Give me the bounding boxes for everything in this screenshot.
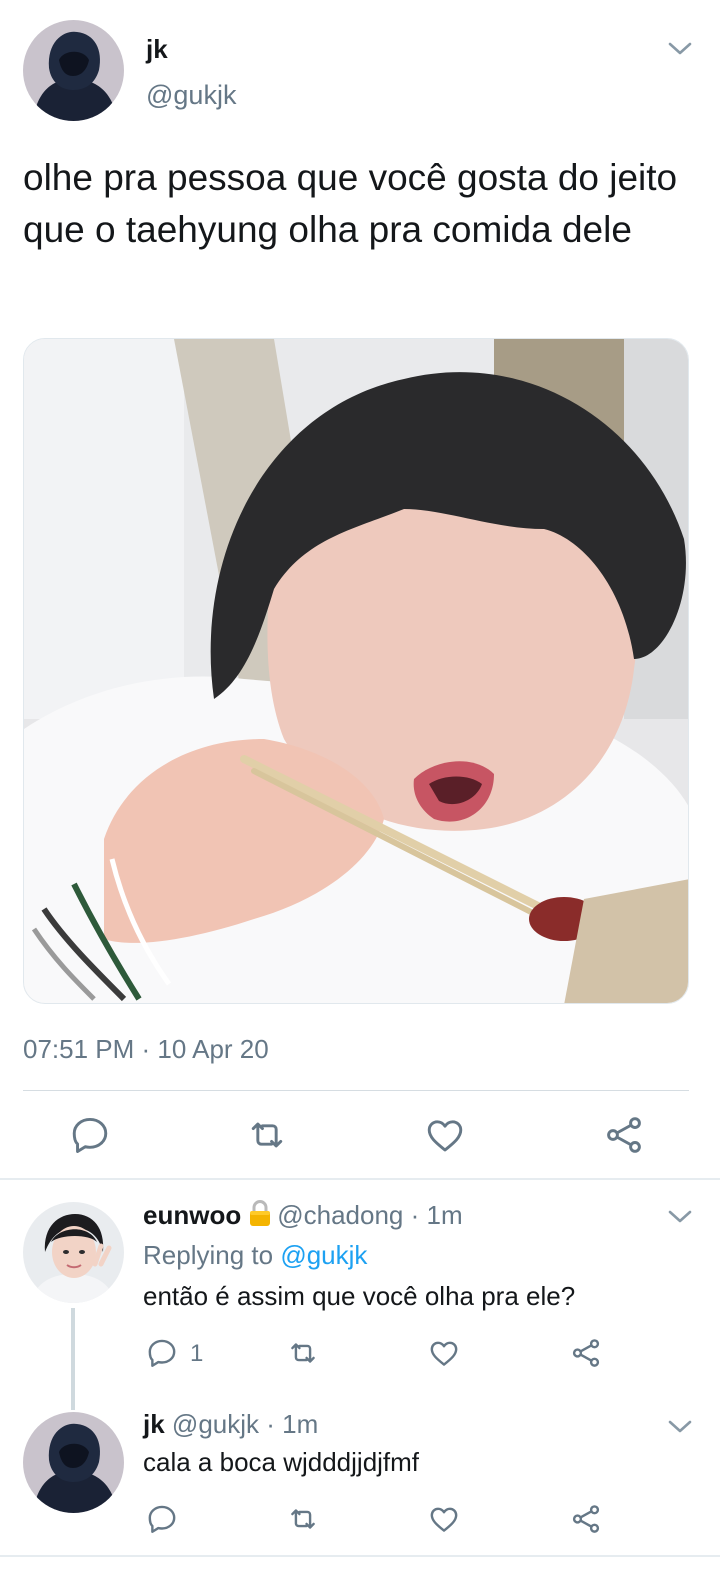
- retweet-icon[interactable]: [286, 1502, 320, 1536]
- reply-avatar[interactable]: [23, 1202, 124, 1303]
- separator: ·: [259, 1409, 283, 1439]
- chevron-down-icon[interactable]: [666, 1204, 694, 1228]
- reply-header: jk @gukjk · 1m: [143, 1409, 318, 1440]
- reply-time[interactable]: 1m: [282, 1409, 318, 1439]
- replying-to: Replying to @gukjk: [143, 1240, 367, 1271]
- reply-avatar[interactable]: [23, 1412, 124, 1513]
- reply-icon[interactable]: [145, 1336, 179, 1370]
- share-icon[interactable]: [569, 1502, 603, 1536]
- retweet-icon[interactable]: [286, 1336, 320, 1370]
- author-name[interactable]: jk: [146, 34, 168, 65]
- lock-icon: [247, 1199, 273, 1234]
- reply-text: cala a boca wjdddjjdjfmf: [143, 1447, 420, 1477]
- separator: ·: [403, 1200, 427, 1230]
- author-handle[interactable]: @gukjk: [146, 80, 236, 111]
- reply-count: 1: [190, 1340, 204, 1367]
- reply-author-handle[interactable]: @chadong: [277, 1200, 403, 1230]
- tweet-media-photo[interactable]: [23, 338, 689, 1004]
- reply-time[interactable]: 1m: [426, 1200, 462, 1230]
- like-icon[interactable]: [427, 1502, 461, 1536]
- thread-line: [71, 1308, 75, 1410]
- reply-icon[interactable]: [145, 1502, 179, 1536]
- chevron-down-icon[interactable]: [666, 36, 694, 60]
- divider: [23, 1090, 689, 1091]
- replying-prefix: Replying to: [143, 1240, 281, 1270]
- share-icon[interactable]: [569, 1336, 603, 1370]
- reply-author-name[interactable]: jk: [143, 1409, 165, 1439]
- reply-author-name[interactable]: eunwoo: [143, 1200, 241, 1230]
- reply-text: então é assim que você olha pra ele?: [143, 1281, 576, 1311]
- reply-author-handle[interactable]: @gukjk: [172, 1409, 259, 1439]
- like-icon[interactable]: [423, 1113, 467, 1157]
- author-avatar[interactable]: [23, 20, 124, 121]
- share-icon[interactable]: [602, 1113, 646, 1157]
- divider: [0, 1555, 720, 1557]
- like-icon[interactable]: [427, 1336, 461, 1370]
- reply-header: eunwoo @chadong · 1m: [143, 1199, 463, 1234]
- section-divider: [0, 1178, 720, 1180]
- reply-icon[interactable]: [68, 1113, 112, 1157]
- replying-handle-link[interactable]: @gukjk: [280, 1240, 367, 1270]
- retweet-icon[interactable]: [245, 1113, 289, 1157]
- tweet-timestamp[interactable]: 07:51 PM · 10 Apr 20: [23, 1034, 269, 1065]
- tweet-text: olhe pra pessoa que você gosta do jeito …: [23, 157, 678, 250]
- chevron-down-icon[interactable]: [666, 1414, 694, 1438]
